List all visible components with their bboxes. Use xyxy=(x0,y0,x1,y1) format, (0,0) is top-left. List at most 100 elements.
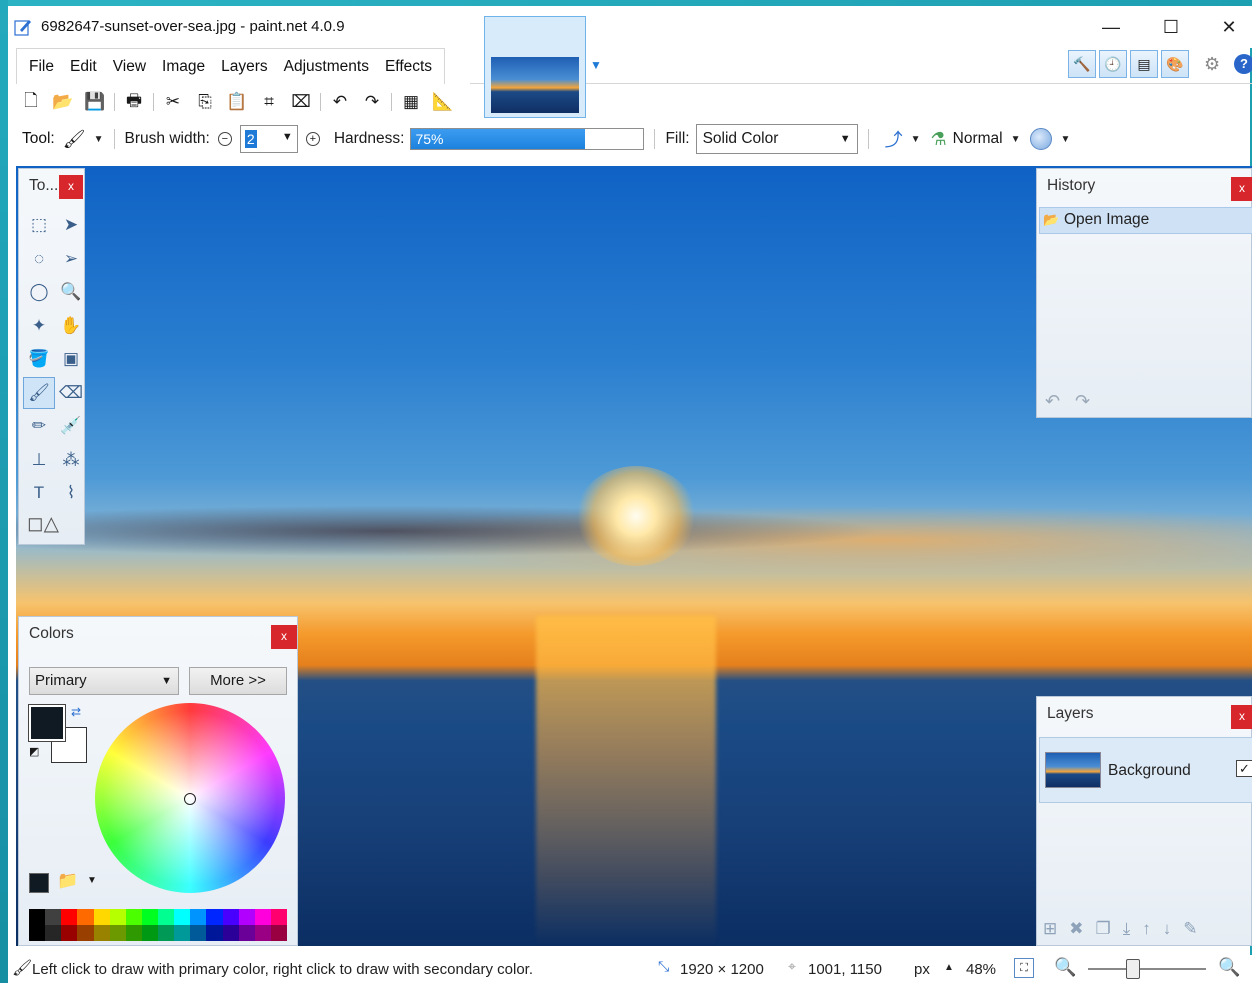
menu-edit[interactable]: Edit xyxy=(62,49,105,85)
crop-to-selection-icon[interactable]: ⌗ xyxy=(256,89,282,115)
copy-icon[interactable]: ⎘ xyxy=(192,89,218,115)
open-image-tab[interactable] xyxy=(484,16,586,118)
history-redo-icon[interactable]: ↷ xyxy=(1075,391,1090,412)
palette-swatch[interactable] xyxy=(141,925,158,941)
layer-properties-icon[interactable]: ✎ xyxy=(1183,919,1197,939)
move-selected-pixels-icon[interactable]: ➤ xyxy=(55,209,87,241)
deselect-icon[interactable]: ⌧ xyxy=(288,89,314,115)
delete-layer-icon[interactable]: ✖ xyxy=(1069,919,1083,939)
zoom-slider-thumb[interactable] xyxy=(1126,959,1140,979)
recolor-icon[interactable]: ⁂ xyxy=(55,444,87,476)
shapes-icon[interactable]: ◻△ xyxy=(27,511,77,539)
palette-swatch[interactable] xyxy=(206,925,223,941)
menu-view[interactable]: View xyxy=(105,49,154,85)
ellipse-select-icon[interactable]: ◯ xyxy=(23,276,55,308)
eraser-icon[interactable]: ⌫ xyxy=(55,377,87,409)
save-icon[interactable]: 💾 xyxy=(82,89,108,115)
color-target-select[interactable]: Primary ▼ xyxy=(29,667,179,695)
colors-window-toggle-icon[interactable]: 🎨 xyxy=(1161,50,1189,78)
palette-swatch[interactable] xyxy=(93,909,110,925)
palette-dropdown-icon[interactable]: ▼ xyxy=(87,875,97,886)
image-list-dropdown-icon[interactable]: ▼ xyxy=(590,58,604,72)
chevron-down-icon[interactable]: ▼ xyxy=(282,131,293,143)
palette-swatch[interactable] xyxy=(190,925,207,941)
layers-panel-close-button[interactable]: x xyxy=(1231,705,1252,729)
duplicate-layer-icon[interactable]: ❐ xyxy=(1096,919,1111,939)
color-picker-icon[interactable]: 💉 xyxy=(55,410,87,442)
palette-swatch[interactable] xyxy=(125,909,142,925)
add-to-palette-icon[interactable] xyxy=(29,873,49,893)
decrease-width-icon[interactable]: − xyxy=(217,132,232,146)
palette-swatch[interactable] xyxy=(125,925,142,941)
blend-mode-flask-icon[interactable]: ⚗ xyxy=(930,129,946,150)
palette-swatch[interactable] xyxy=(238,925,255,941)
print-icon[interactable]: 🖶 xyxy=(121,89,147,115)
brush-width-combobox[interactable]: 2 ▼ xyxy=(239,125,298,153)
palette-swatch[interactable] xyxy=(77,925,94,941)
cut-icon[interactable]: ✂ xyxy=(160,89,186,115)
zoom-out-icon[interactable]: 🔍 xyxy=(1054,957,1076,978)
primary-color-swatch[interactable] xyxy=(28,704,66,742)
redo-icon[interactable]: ↷ xyxy=(359,89,385,115)
palette-swatch[interactable] xyxy=(45,925,62,941)
menu-adjustments[interactable]: Adjustments xyxy=(276,49,377,85)
palette-swatch[interactable] xyxy=(29,925,46,941)
fill-mode-select[interactable]: Solid Color ▼ xyxy=(695,124,858,154)
more-colors-button[interactable]: More >> xyxy=(189,667,287,695)
tools-window-toggle-icon[interactable]: 🔨 xyxy=(1068,50,1096,78)
chevron-down-icon[interactable]: ▼ xyxy=(161,675,172,687)
palette-swatch[interactable] xyxy=(254,909,271,925)
antialiasing-icon[interactable]: ⤴ xyxy=(885,126,903,152)
layer-row[interactable]: Background ✓ xyxy=(1039,737,1252,803)
reset-colors-icon[interactable]: ◩ xyxy=(29,745,45,761)
undo-icon[interactable]: ↶ xyxy=(327,89,353,115)
palette-swatch[interactable] xyxy=(206,909,223,925)
grid-icon[interactable]: ▦ xyxy=(398,89,424,115)
new-file-icon[interactable]: 🗋 xyxy=(18,89,44,115)
palette-swatch[interactable] xyxy=(270,909,287,925)
palette-swatch[interactable] xyxy=(141,909,158,925)
move-selection-icon[interactable]: ➢ xyxy=(55,243,87,275)
gradient-icon[interactable]: ▣ xyxy=(55,343,87,375)
zoom-icon[interactable]: 🔍 xyxy=(55,276,87,308)
clone-stamp-icon[interactable]: ⊥ xyxy=(23,444,55,476)
history-undo-icon[interactable]: ↶ xyxy=(1045,391,1060,412)
palette-swatch[interactable] xyxy=(45,909,62,925)
paintbrush-tool-icon[interactable]: 🖌 xyxy=(23,376,55,409)
history-window-toggle-icon[interactable]: 🕘 xyxy=(1099,50,1127,78)
maximize-button[interactable]: ☐ xyxy=(1142,6,1200,48)
palette-swatch[interactable] xyxy=(254,925,271,941)
layers-window-toggle-icon[interactable]: ▤ xyxy=(1130,50,1158,78)
palette-swatch[interactable] xyxy=(174,909,191,925)
palette-swatch[interactable] xyxy=(270,925,287,941)
menu-image[interactable]: Image xyxy=(154,49,213,85)
colors-panel-close-button[interactable]: x xyxy=(271,625,297,649)
antialiasing-dropdown-icon[interactable]: ▼ xyxy=(911,134,921,145)
paint-bucket-icon[interactable]: 🪣 xyxy=(23,343,55,375)
menu-file[interactable]: File xyxy=(21,49,62,85)
paste-icon[interactable]: 📋 xyxy=(224,89,250,115)
rectangle-select-icon[interactable]: ⬚ xyxy=(23,209,55,241)
palette-swatch[interactable] xyxy=(61,925,78,941)
magic-wand-icon[interactable]: ✦ xyxy=(23,310,55,342)
zoom-to-window-icon[interactable]: ⛶ xyxy=(1014,958,1034,978)
zoom-in-icon[interactable]: 🔍 xyxy=(1218,957,1240,978)
palette-menu-icon[interactable]: 📁 xyxy=(57,871,78,891)
pan-hand-icon[interactable]: ✋ xyxy=(55,310,87,342)
palette-swatch[interactable] xyxy=(61,909,78,925)
menu-effects[interactable]: Effects xyxy=(377,49,440,85)
move-layer-up-icon[interactable]: ↑ xyxy=(1142,919,1151,939)
increase-width-icon[interactable]: + xyxy=(305,132,320,146)
units-dropdown-icon[interactable]: ▲ xyxy=(944,962,954,973)
close-button[interactable]: ✕ xyxy=(1200,6,1252,48)
merge-layer-down-icon[interactable]: ⤓ xyxy=(1123,919,1131,939)
tools-panel-close-button[interactable]: x xyxy=(59,175,83,199)
move-layer-down-icon[interactable]: ↓ xyxy=(1163,919,1172,939)
hardness-slider[interactable]: 75% xyxy=(410,128,645,150)
alpha-blending-dropdown-icon[interactable]: ▼ xyxy=(1060,134,1070,145)
palette-swatch[interactable] xyxy=(222,925,239,941)
add-layer-icon[interactable]: ⊞ xyxy=(1043,919,1057,939)
color-wheel-marker[interactable] xyxy=(184,793,196,805)
lasso-select-icon[interactable]: ◌ xyxy=(23,243,55,275)
palette-swatch[interactable] xyxy=(222,909,239,925)
